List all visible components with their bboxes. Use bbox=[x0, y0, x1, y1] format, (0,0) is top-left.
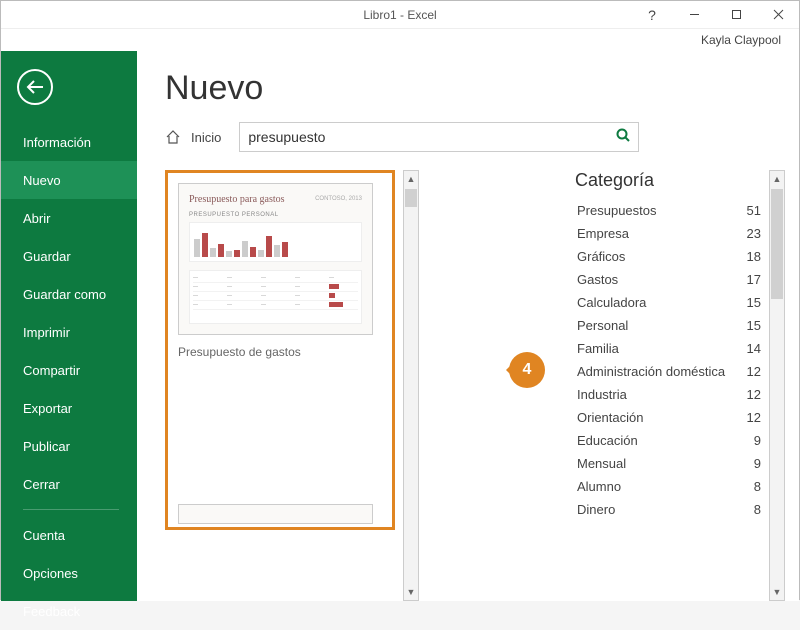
search-icon[interactable] bbox=[616, 128, 630, 147]
category-scrollbar[interactable]: ▲ ▼ bbox=[769, 170, 785, 601]
category-item[interactable]: Alumno 8 bbox=[575, 475, 769, 498]
category-count: 12 bbox=[747, 410, 761, 425]
category-label: Calculadora bbox=[577, 295, 646, 310]
template-card-chart bbox=[189, 222, 362, 262]
sidebar-item-guardar[interactable]: Guardar bbox=[1, 237, 137, 275]
home-icon[interactable] bbox=[165, 129, 181, 145]
category-count: 12 bbox=[747, 387, 761, 402]
maximize-button[interactable] bbox=[715, 1, 757, 29]
category-label: Familia bbox=[577, 341, 619, 356]
breadcrumb-home[interactable]: Inicio bbox=[191, 130, 221, 145]
scroll-up-icon[interactable]: ▲ bbox=[404, 171, 418, 187]
scroll-down-icon[interactable]: ▼ bbox=[404, 584, 418, 600]
category-item[interactable]: Gastos 17 bbox=[575, 268, 769, 291]
category-heading: Categoría bbox=[575, 170, 769, 191]
category-label: Dinero bbox=[577, 502, 615, 517]
category-label: Gastos bbox=[577, 272, 618, 287]
sidebar-item-compartir[interactable]: Compartir bbox=[1, 351, 137, 389]
template-search-box[interactable] bbox=[239, 122, 639, 152]
window-title: Libro1 - Excel bbox=[363, 8, 436, 22]
category-item[interactable]: Educación 9 bbox=[575, 429, 769, 452]
sidebar-item-exportar[interactable]: Exportar bbox=[1, 389, 137, 427]
sidebar-item-publicar[interactable]: Publicar bbox=[1, 427, 137, 465]
template-thumbnail[interactable]: Presupuesto para gastos CONTOSO, 2013 PR… bbox=[178, 183, 373, 335]
category-count: 9 bbox=[754, 433, 761, 448]
category-count: 18 bbox=[747, 249, 761, 264]
category-item[interactable]: Mensual 9 bbox=[575, 452, 769, 475]
scroll-thumb[interactable] bbox=[771, 189, 783, 299]
category-label: Alumno bbox=[577, 479, 621, 494]
sidebar-item-nuevo[interactable]: Nuevo bbox=[1, 161, 137, 199]
sidebar-item-guardar-como[interactable]: Guardar como bbox=[1, 275, 137, 313]
sidebar-divider bbox=[23, 509, 119, 510]
category-count: 8 bbox=[754, 502, 761, 517]
scroll-track[interactable] bbox=[770, 187, 784, 584]
category-label: Empresa bbox=[577, 226, 629, 241]
backstage-sidebar: Información Nuevo Abrir Guardar Guardar … bbox=[1, 51, 137, 601]
category-item[interactable]: Orientación 12 bbox=[575, 406, 769, 429]
category-count: 8 bbox=[754, 479, 761, 494]
minimize-button[interactable] bbox=[673, 1, 715, 29]
category-count: 17 bbox=[747, 272, 761, 287]
template-card-table: ————— ———— ———— ———— bbox=[189, 270, 362, 324]
category-item[interactable]: Calculadora 15 bbox=[575, 291, 769, 314]
sidebar-item-cerrar[interactable]: Cerrar bbox=[1, 465, 137, 503]
sidebar-item-informacion[interactable]: Información bbox=[1, 123, 137, 161]
category-label: Gráficos bbox=[577, 249, 625, 264]
scroll-down-icon[interactable]: ▼ bbox=[770, 584, 784, 600]
page-heading: Nuevo bbox=[165, 69, 785, 108]
category-count: 14 bbox=[747, 341, 761, 356]
category-count: 9 bbox=[754, 456, 761, 471]
search-input[interactable] bbox=[248, 129, 616, 145]
sidebar-item-feedback[interactable]: Feedback bbox=[1, 592, 137, 630]
category-count: 51 bbox=[747, 203, 761, 218]
template-card-subtitle: PRESUPUESTO PERSONAL bbox=[189, 212, 279, 218]
category-item[interactable]: Presupuestos 51 bbox=[575, 199, 769, 222]
category-item[interactable]: Administración doméstica 12 bbox=[575, 360, 769, 383]
template-card-brand: CONTOSO, 2013 bbox=[315, 196, 362, 202]
sidebar-item-cuenta[interactable]: Cuenta bbox=[1, 516, 137, 554]
scroll-up-icon[interactable]: ▲ bbox=[770, 171, 784, 187]
back-button[interactable] bbox=[17, 69, 53, 105]
tutorial-callout: 4 bbox=[509, 352, 545, 388]
template-card-title: Presupuesto para gastos bbox=[189, 194, 285, 205]
sidebar-item-imprimir[interactable]: Imprimir bbox=[1, 313, 137, 351]
category-item[interactable]: Personal 15 bbox=[575, 314, 769, 337]
category-item[interactable]: Familia 14 bbox=[575, 337, 769, 360]
category-label: Educación bbox=[577, 433, 638, 448]
sidebar-item-opciones[interactable]: Opciones bbox=[1, 554, 137, 592]
category-item[interactable]: Empresa 23 bbox=[575, 222, 769, 245]
category-label: Presupuestos bbox=[577, 203, 657, 218]
category-label: Orientación bbox=[577, 410, 643, 425]
user-name[interactable]: Kayla Claypool bbox=[701, 33, 781, 47]
category-label: Mensual bbox=[577, 456, 626, 471]
close-button[interactable] bbox=[757, 1, 799, 29]
sidebar-item-abrir[interactable]: Abrir bbox=[1, 199, 137, 237]
template-thumbnail-next[interactable] bbox=[178, 504, 373, 524]
category-item[interactable]: Industria 12 bbox=[575, 383, 769, 406]
category-count: 15 bbox=[747, 295, 761, 310]
scroll-track[interactable] bbox=[404, 187, 418, 584]
category-item[interactable]: Gráficos 18 bbox=[575, 245, 769, 268]
template-result-highlight: Presupuesto para gastos CONTOSO, 2013 PR… bbox=[165, 170, 395, 530]
category-count: 12 bbox=[747, 364, 761, 379]
category-label: Personal bbox=[577, 318, 628, 333]
category-count: 23 bbox=[747, 226, 761, 241]
category-label: Industria bbox=[577, 387, 627, 402]
scroll-thumb[interactable] bbox=[405, 189, 417, 207]
category-label: Administración doméstica bbox=[577, 364, 725, 379]
template-name: Presupuesto de gastos bbox=[178, 345, 382, 359]
help-button[interactable]: ? bbox=[631, 1, 673, 29]
template-scrollbar[interactable]: ▲ ▼ bbox=[403, 170, 419, 601]
category-item[interactable]: Dinero 8 bbox=[575, 498, 769, 521]
category-count: 15 bbox=[747, 318, 761, 333]
